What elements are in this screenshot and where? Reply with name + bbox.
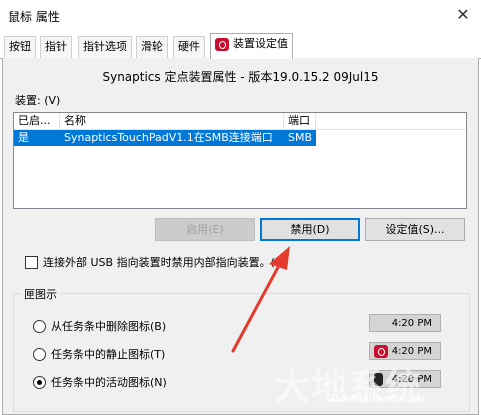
tab-label: 装置设定值 <box>233 37 288 50</box>
synaptics-icon <box>215 37 229 51</box>
watermark-subtext: DadiGhost.com <box>331 392 426 405</box>
annotation-arrow <box>231 246 290 353</box>
tab-device-settings[interactable]: 装置设定值 <box>210 33 293 59</box>
